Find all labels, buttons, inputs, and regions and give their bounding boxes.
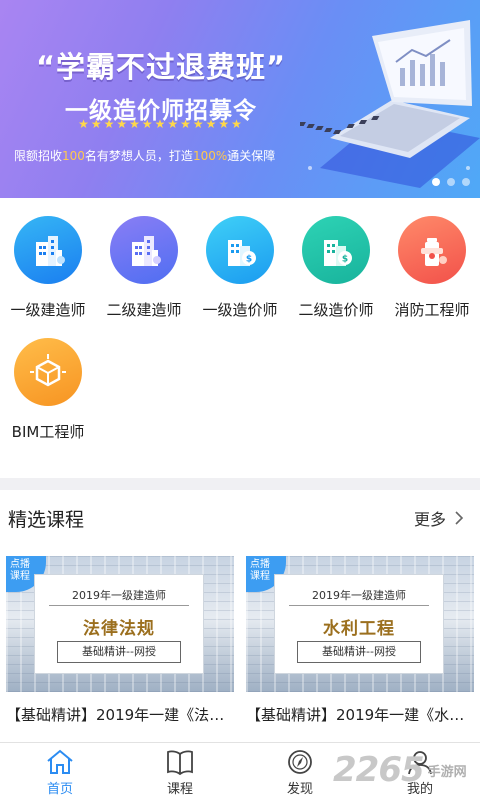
cover-type: 基础精讲--网授 [57,641,181,663]
section-divider [0,478,480,490]
course-cover-panel: 2019年一级建造师 法律法规 基础精讲--网授 [34,574,204,674]
building-icon [14,216,82,284]
tab-label: 发现 [286,782,313,797]
category-fire-engineer[interactable]: 消防工程师 [384,216,480,320]
banner-stars: ★★★★★★★★★★★★★ [78,117,244,131]
laptop-illustration [300,20,480,188]
chevron-right-icon [455,511,464,525]
category-first-cost-engineer[interactable]: $ 一级造价师 [192,216,288,320]
course-title: 【基础精讲】2019年一建《法规》 [6,706,234,724]
tab-label: 首页 [46,782,73,797]
cover-subject: 水利工程 [323,619,395,639]
carousel-dot[interactable] [447,178,455,186]
building-coin-icon: $ [302,216,370,284]
banner-note: 限额招收100名有梦想人员，打造100%通关保障 [14,149,276,163]
svg-text:$: $ [342,255,348,265]
carousel-dots[interactable] [432,178,470,186]
svg-text:$: $ [246,255,252,265]
watermark-number: 2265 [333,750,425,790]
course-card[interactable]: 点播 课程 2019年一级建造师 水利工程 基础精讲--网授 【基础精讲】201… [246,556,474,725]
building-icon [110,216,178,284]
tab-label: 课程 [166,782,193,797]
cover-year: 2019年一级建造师 [72,589,166,602]
cover-subject: 法律法规 [83,619,155,639]
category-label: 二级造价师 [298,301,374,319]
home-icon [47,749,73,774]
course-cover-panel: 2019年一级建造师 水利工程 基础精讲--网授 [274,574,444,674]
featured-section-header: 精选课程 更多 [0,490,480,542]
building-coin-icon: $ [206,216,274,284]
site-watermark: 2265 手游网 [333,748,480,792]
section-title: 精选课程 [8,509,85,531]
category-second-cost-engineer[interactable]: $ 二级造价师 [288,216,384,320]
category-first-constructor[interactable]: 一级建造师 [0,216,96,320]
cover-type: 基础精讲--网授 [297,641,421,663]
category-label: BIM工程师 [11,423,85,441]
carousel-dot[interactable] [462,178,470,186]
hydrant-icon [398,216,466,284]
banner-title: “学霸不过退费班” [35,50,287,84]
course-thumbnail: 点播 课程 2019年一级建造师 法律法规 基础精讲--网授 [6,556,234,692]
more-label: 更多 [413,510,446,529]
promo-banner[interactable]: “学霸不过退费班” 一级造价师招募令 ★★★★★★★★★★★★★ 限额招收100… [0,0,480,198]
category-bim-engineer[interactable]: BIM工程师 [0,338,96,442]
cube-icon [14,338,82,406]
tab-courses[interactable]: 课程 [120,743,240,800]
category-label: 二级建造师 [106,301,182,319]
category-label: 消防工程师 [394,301,470,319]
category-grid: 一级建造师 二级建造师 $ 一级造价师 $ 二级造价师 消防工程师 BIM工程师 [0,198,480,478]
watermark-text: 手游网 [427,764,467,780]
book-icon [167,750,193,776]
more-link[interactable]: 更多 [414,506,464,530]
course-card[interactable]: 点播 课程 2019年一级建造师 法律法规 基础精讲--网授 【基础精讲】201… [6,556,234,725]
tab-home[interactable]: 首页 [0,743,120,800]
category-label: 一级建造师 [10,301,86,319]
compass-icon [288,750,312,774]
carousel-dot[interactable] [432,178,440,186]
category-second-constructor[interactable]: 二级建造师 [96,216,192,320]
course-thumbnail: 点播 课程 2019年一级建造师 水利工程 基础精讲--网授 [246,556,474,692]
category-label: 一级造价师 [202,301,278,319]
cover-year: 2019年一级建造师 [312,589,406,602]
course-title: 【基础精讲】2019年一建《水利》 [246,706,474,724]
